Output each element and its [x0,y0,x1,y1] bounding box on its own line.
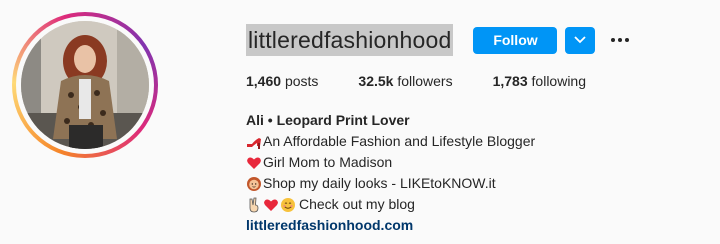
profile-bio: Ali • Leopard Print Lover An Affordable … [246,110,535,236]
smiling-face-icon [280,197,296,213]
heart-icon [263,197,279,213]
more-dot-icon [618,38,623,42]
bio-text: Check out my blog [299,196,415,212]
bio-line: Check out my blog [246,194,535,215]
following-stat[interactable]: 1,783 following [493,73,586,89]
bio-text: Shop my daily looks - LIKEtoKNOW.it [263,175,496,191]
profile-avatar-ring[interactable] [12,12,158,158]
more-dot-icon [611,38,616,42]
following-count: 1,783 [492,73,528,89]
followers-count: 32.5k [358,73,394,89]
username: littleredfashionhood [246,24,454,56]
woman-tipping-hand-icon [246,176,262,192]
posts-count: 1,460 [246,73,282,89]
suggested-dropdown-button[interactable] [565,26,596,54]
avatar[interactable] [21,21,149,149]
profile-header: littleredfashionhood Follow [246,22,631,58]
website-link[interactable]: littleredfashionhood.com [246,217,413,233]
bio-text: An Affordable Fashion and Lifestyle Blog… [263,133,536,149]
profile-stats: 1,460 posts 32.5k followers 1,783 follow… [246,73,626,89]
more-dot-icon [625,38,630,42]
avatar-photo [21,21,149,149]
bio-line: An Affordable Fashion and Lifestyle Blog… [246,131,535,152]
followers-stat[interactable]: 32.5k followers [358,73,452,89]
following-label: following [531,73,587,89]
victory-hand-icon [246,197,262,213]
bio-line: Shop my daily looks - LIKEtoKNOW.it [246,173,535,194]
bio-text: Girl Mom to Madison [263,154,393,170]
more-options-button[interactable] [609,28,631,52]
posts-label: posts [284,73,319,89]
posts-stat: 1,460 posts [246,73,318,89]
high-heel-icon [246,134,262,150]
chevron-down-icon [574,36,587,44]
heart-icon [246,155,262,171]
follow-button[interactable]: Follow [473,26,558,54]
profile-full-name: Ali • Leopard Print Lover [246,112,410,128]
bio-line: Girl Mom to Madison [246,152,535,173]
followers-label: followers [397,73,453,89]
avatar-border [16,16,154,154]
